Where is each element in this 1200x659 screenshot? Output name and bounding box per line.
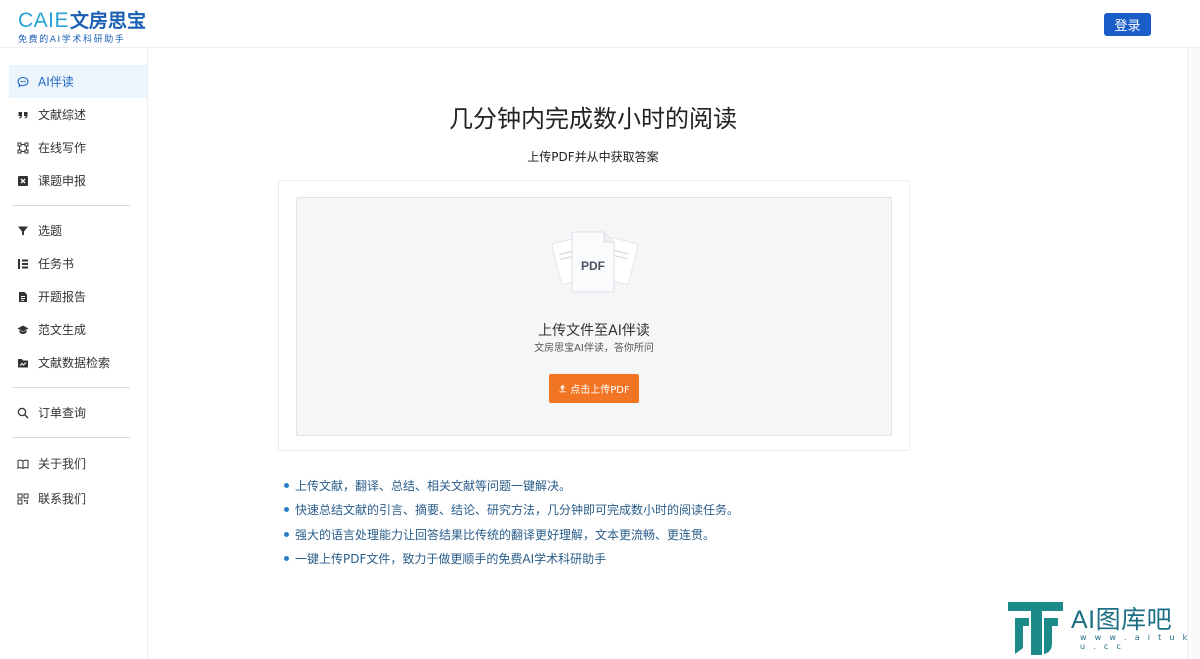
sidebar-item-ai-reading[interactable]: AI伴读	[9, 65, 147, 98]
logo-chinese: 文房思宝	[70, 10, 147, 32]
sidebar-item-label: 联系我们	[38, 492, 87, 506]
feature-item: 快速总结文献的引言、摘要、结论、研究方法，几分钟即可完成数小时的阅读任务。	[284, 498, 984, 523]
logo[interactable]: CAIE 文房思宝 免费的AI学术科研助手	[18, 6, 146, 45]
sidebar-item-label: 文献数据检索	[38, 356, 111, 370]
page-title: 几分钟内完成数小时的阅读	[449, 105, 737, 133]
watermark-url: w w w . a i t u k u . c c	[1080, 633, 1191, 651]
sidebar-item-label: 关于我们	[38, 457, 87, 471]
feature-text: 上传文献，翻译、总结、相关文献等问题一键解决。	[295, 478, 572, 493]
sidebar-item-label: 在线写作	[38, 141, 87, 155]
sidebar-item-label: AI伴读	[38, 75, 74, 89]
search-icon	[17, 407, 29, 419]
login-button[interactable]: 登录	[1104, 13, 1151, 36]
top-header: CAIE 文房思宝 免费的AI学术科研助手 登录	[0, 0, 1200, 48]
sidebar-item-topic-selection[interactable]: 选题	[9, 214, 147, 247]
upload-description: 文房思宝AI伴读，答你所问	[534, 343, 654, 354]
sidebar-item-label: 范文生成	[38, 323, 87, 337]
pdf-file-icon: PDF	[551, 231, 639, 293]
qrcode-icon	[17, 493, 29, 505]
upload-title: 上传文件至AI伴读	[538, 323, 650, 339]
feature-text: 一键上传PDF文件，致力于做更顺手的免费AI学术科研助手	[295, 552, 607, 567]
sidebar-item-order-query[interactable]: 订单查询	[9, 396, 147, 429]
bullet-icon	[284, 507, 289, 513]
sidebar-item-assignment[interactable]: 任务书	[9, 247, 147, 280]
book-icon	[17, 458, 29, 470]
sidebar-item-about-us[interactable]: 关于我们	[9, 447, 147, 480]
nodes-icon	[17, 142, 29, 154]
quote-icon	[17, 109, 29, 121]
sidebar-item-online-writing[interactable]: 在线写作	[9, 131, 147, 164]
sidebar-item-label: 课题申报	[38, 174, 87, 188]
sidebar-item-literature-search[interactable]: 文献数据检索	[9, 346, 147, 379]
feature-list: 上传文献，翻译、总结、相关文献等问题一键解决。 快速总结文献的引言、摘要、结论、…	[284, 473, 984, 571]
graduation-cap-icon	[17, 324, 29, 336]
sidebar-item-literature-review[interactable]: 文献综述	[9, 98, 147, 131]
feature-text: 快速总结文献的引言、摘要、结论、研究方法，几分钟即可完成数小时的阅读任务。	[295, 503, 740, 518]
logo-tagline: 免费的AI学术科研助手	[18, 35, 126, 45]
sidebar-item-label: 任务书	[38, 257, 75, 271]
upload-pdf-button[interactable]: 点击上传PDF	[549, 374, 639, 403]
pdf-icon-label: PDF	[581, 259, 605, 273]
upload-button-label: 点击上传PDF	[570, 385, 630, 396]
feature-item: 强大的语言处理能力让回答结果比传统的翻译更好理解，文本更流畅、更连贯。	[284, 522, 984, 547]
upload-icon	[559, 384, 566, 393]
feature-item: 一键上传PDF文件，致力于做更顺手的免费AI学术科研助手	[284, 547, 984, 572]
sidebar-item-label: 文献综述	[38, 108, 87, 122]
chat-icon	[17, 76, 29, 88]
sidebar: AI伴读 文献综述 在线写作 课题申报 选题 任务书 开题报告 范文生成 文献数…	[0, 48, 148, 659]
sidebar-item-label: 开题报告	[38, 290, 87, 304]
page-subtitle: 上传PDF并从中获取答案	[527, 150, 659, 164]
sidebar-divider	[12, 387, 130, 388]
sidebar-item-label: 选题	[38, 224, 63, 238]
folder-chart-icon	[17, 357, 29, 369]
sidebar-item-sample-generation[interactable]: 范文生成	[9, 313, 147, 346]
bullet-icon	[284, 556, 289, 562]
bullet-icon	[284, 531, 289, 537]
filter-icon	[17, 225, 29, 237]
page-scrollbar[interactable]	[1187, 48, 1200, 659]
sidebar-divider	[12, 437, 130, 438]
sidebar-item-label: 订单查询	[38, 406, 87, 420]
watermark-text: AI图库吧	[1071, 606, 1173, 634]
bullet-icon	[284, 482, 289, 488]
sidebar-divider	[12, 205, 130, 206]
document-icon	[17, 291, 29, 303]
feature-item: 上传文献，翻译、总结、相关文献等问题一键解决。	[284, 473, 984, 498]
sidebar-item-contact-us[interactable]: 联系我们	[9, 482, 147, 515]
list-icon	[17, 258, 29, 270]
feature-text: 强大的语言处理能力让回答结果比传统的翻译更好理解，文本更流畅、更连贯。	[295, 527, 716, 542]
x-box-icon	[17, 175, 29, 187]
logo-english: CAIE	[18, 9, 70, 32]
sidebar-item-project-application[interactable]: 课题申报	[9, 164, 147, 197]
sidebar-item-proposal-report[interactable]: 开题报告	[9, 280, 147, 313]
